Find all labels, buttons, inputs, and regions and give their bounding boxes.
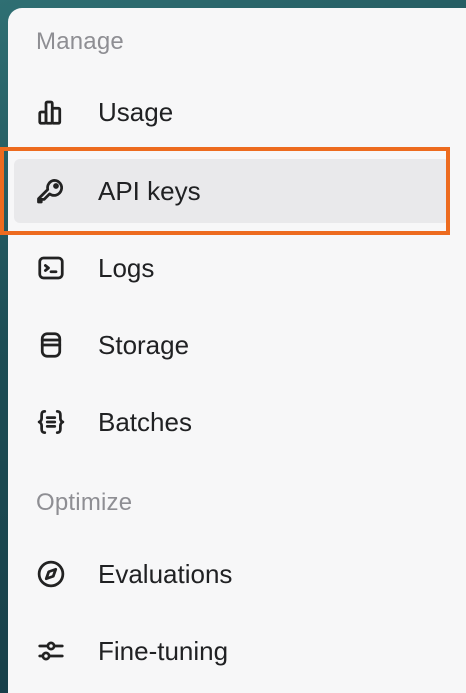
sidebar-item-label: API keys [98, 175, 201, 206]
sidebar-item-evaluations[interactable]: Evaluations [14, 542, 450, 606]
sidebar-item-fine-tuning[interactable]: Fine-tuning [14, 619, 450, 683]
sidebar-item-label: Storage [98, 329, 190, 360]
key-icon [34, 174, 68, 208]
bar-chart-icon [34, 95, 68, 129]
sidebar-item-label: Batches [98, 406, 192, 437]
database-icon [34, 328, 68, 362]
section-label-optimize: Optimize [36, 489, 133, 516]
sidebar-item-label: Logs [98, 252, 155, 283]
sidebar-item-label: Evaluations [98, 558, 233, 589]
sidebar-item-logs[interactable]: Logs [14, 236, 450, 300]
sidebar-item-label: Usage [98, 96, 174, 127]
sidebar-panel: Manage Usage API keys Logs Storage Batch… [8, 8, 466, 693]
section-label-manage: Manage [36, 28, 124, 55]
sidebar-item-label: Fine-tuning [98, 635, 229, 666]
sidebar-item-batches[interactable]: Batches [14, 390, 450, 454]
compass-icon [34, 557, 68, 591]
terminal-icon [34, 251, 68, 285]
braces-list-icon [34, 405, 68, 439]
sliders-icon [34, 634, 68, 668]
sidebar-item-usage[interactable]: Usage [14, 80, 450, 144]
sidebar-item-api-keys[interactable]: API keys [14, 159, 450, 223]
sidebar-item-storage[interactable]: Storage [14, 313, 450, 377]
